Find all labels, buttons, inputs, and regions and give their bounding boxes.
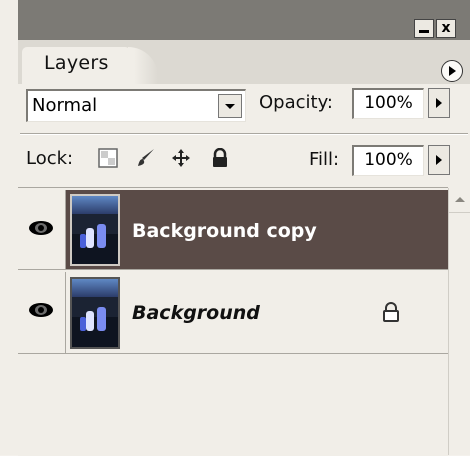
- layers-scrollbar[interactable]: [448, 188, 470, 455]
- panel-menu-icon: [449, 66, 456, 76]
- fill-field[interactable]: 100%: [352, 145, 424, 176]
- layer-name: Background: [132, 302, 260, 324]
- lock-icon: [383, 302, 399, 322]
- opacity-slider-button[interactable]: [428, 88, 450, 118]
- layer-thumbnail: [70, 194, 120, 266]
- fill-slider-button[interactable]: [428, 145, 450, 175]
- options-divider: [20, 133, 468, 135]
- layer-row-background[interactable]: Background: [18, 272, 448, 354]
- visibility-toggle[interactable]: [18, 272, 66, 353]
- arrow-right-icon: [436, 98, 442, 108]
- fill-label: Fill:: [309, 149, 340, 170]
- close-button[interactable]: x: [436, 19, 456, 38]
- panel-titlebar[interactable]: [18, 0, 470, 40]
- lock-label: Lock:: [26, 148, 74, 169]
- blend-mode-dropdown-button[interactable]: [218, 94, 242, 118]
- visibility-toggle[interactable]: [18, 190, 66, 269]
- layer-thumbnail: [70, 277, 120, 349]
- move-icon[interactable]: [171, 148, 191, 168]
- tab-layers-label[interactable]: Layers: [44, 52, 109, 74]
- layers-list-empty-area: [18, 355, 448, 455]
- minimize-button[interactable]: [414, 19, 434, 38]
- opacity-label: Opacity:: [259, 92, 333, 113]
- brush-icon[interactable]: [136, 148, 156, 168]
- arrow-right-icon: [436, 155, 442, 165]
- layer-row-background-copy[interactable]: Background copy: [18, 190, 448, 270]
- chevron-up-icon: [455, 197, 465, 202]
- layers-panel: x Layers Normal Opacity: 100% Lock: Fill…: [0, 0, 470, 456]
- layer-name: Background copy: [132, 220, 317, 242]
- panel-menu-button[interactable]: [441, 60, 463, 82]
- blend-mode-value: Normal: [32, 95, 98, 116]
- chevron-down-icon: [225, 104, 235, 109]
- opacity-field[interactable]: 100%: [352, 88, 424, 119]
- lock-icon[interactable]: [210, 148, 230, 168]
- lock-transparent-icon[interactable]: [98, 148, 118, 168]
- scroll-up-button[interactable]: [449, 188, 470, 213]
- blend-mode-select[interactable]: Normal: [26, 89, 246, 122]
- eye-icon: [29, 303, 53, 317]
- minimize-icon: [419, 30, 429, 33]
- eye-icon: [29, 221, 53, 235]
